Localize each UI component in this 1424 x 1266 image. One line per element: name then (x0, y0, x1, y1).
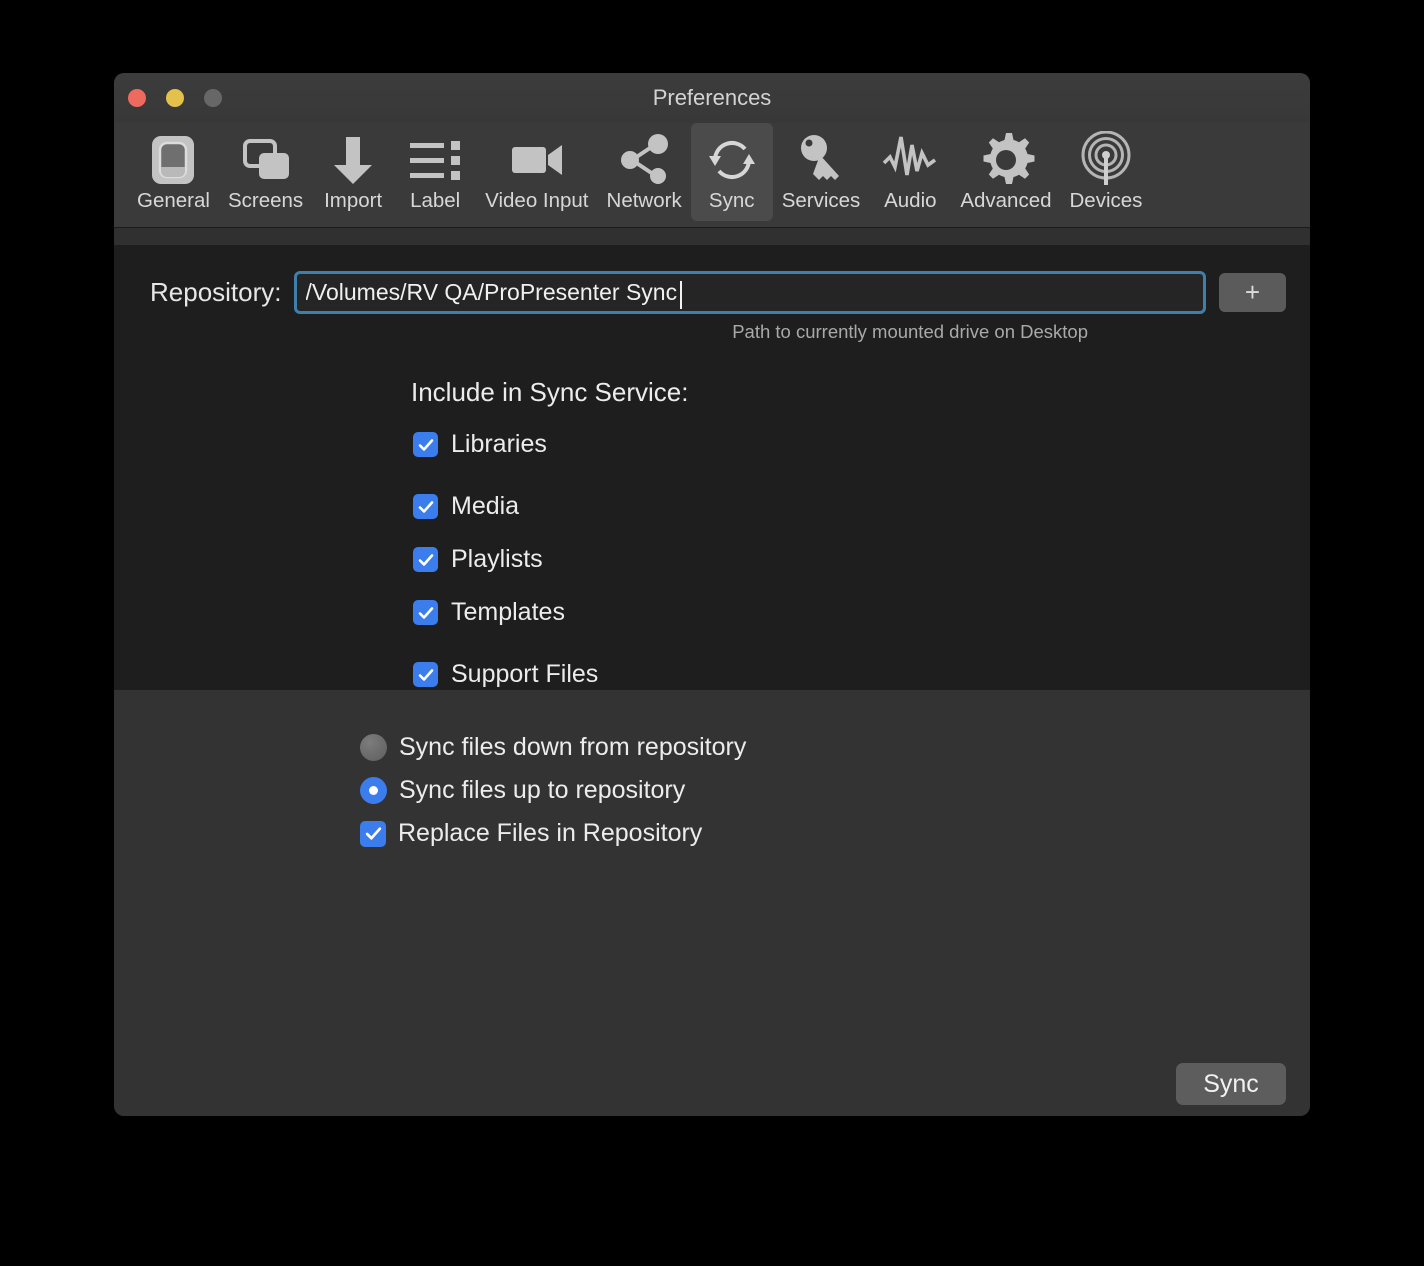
checkbox-libraries[interactable] (413, 432, 438, 458)
checkbox-label-media: Media (451, 492, 520, 521)
checkbox-row-media[interactable]: Media (413, 492, 1310, 522)
checkbox-row-replace-files[interactable]: Replace Files in Repository (360, 816, 1310, 852)
checkbox-row-playlists[interactable]: Playlists (413, 545, 1310, 575)
sync-settings-panel: Repository: + Path to currently mounted … (114, 244, 1310, 690)
checkbox-row-templates[interactable]: Templates (413, 598, 1310, 628)
checkbox-label-replace-files: Replace Files in Repository (398, 819, 703, 848)
preferences-toolbar: General Screens Import Label Video Input… (114, 123, 1310, 228)
window-controls (128, 89, 222, 107)
repository-row: Repository: + (114, 270, 1310, 314)
checkbox-replace-files[interactable] (360, 820, 386, 847)
repository-field-container[interactable] (293, 270, 1206, 314)
tab-devices-label: Devices (1069, 189, 1143, 212)
tab-general-label: General (137, 189, 210, 212)
screens-icon (234, 129, 298, 191)
checkbox-label-support-files: Support Files (451, 660, 599, 689)
checkbox-row-libraries[interactable]: Libraries (413, 430, 1310, 460)
checkbox-row-support-files[interactable]: Support Files (413, 660, 1310, 690)
tab-video-input-label: Video Input (485, 189, 589, 212)
radio-label-sync-down: Sync files down from repository (399, 733, 747, 762)
tab-import[interactable]: Import (312, 123, 394, 221)
include-options-list: Libraries Media Playlists Templates Supp… (413, 430, 1310, 690)
tab-advanced-label: Advanced (960, 189, 1052, 212)
include-section-title: Include in Sync Service: (411, 376, 689, 407)
sync-direction-options: Sync files down from repository Sync fil… (360, 730, 1310, 852)
tab-sync[interactable]: Sync (690, 123, 773, 221)
radio-label-sync-up: Sync files up to repository (399, 776, 686, 805)
radio-sync-up[interactable] (360, 777, 387, 805)
sync-button[interactable]: Sync (1176, 1063, 1286, 1105)
services-key-icon (789, 129, 853, 191)
tab-general[interactable]: General (128, 123, 219, 221)
sync-direction-panel: Sync files down from repository Sync fil… (114, 689, 1310, 1116)
tab-sync-label: Sync (708, 189, 755, 212)
add-repository-button[interactable]: + (1219, 272, 1286, 312)
tab-video-input[interactable]: Video Input (476, 123, 597, 221)
tab-audio-label: Audio (884, 189, 937, 212)
checkbox-playlists[interactable] (413, 547, 438, 573)
checkbox-support-files[interactable] (413, 662, 438, 688)
tab-audio[interactable]: Audio (869, 123, 951, 221)
repository-label: Repository: (150, 276, 282, 307)
radio-row-sync-down[interactable]: Sync files down from repository (360, 730, 1310, 766)
network-share-icon (612, 129, 676, 191)
tab-devices[interactable]: Devices (1061, 123, 1152, 221)
general-switch-icon (141, 129, 205, 191)
preferences-window: Preferences General Screens Import Label… (114, 73, 1310, 1116)
video-camera-icon (505, 129, 569, 191)
close-button-icon[interactable] (128, 89, 146, 107)
checkbox-label-templates: Templates (451, 598, 565, 627)
repository-input[interactable] (305, 278, 1194, 306)
checkbox-label-playlists: Playlists (451, 545, 543, 574)
tab-advanced[interactable]: Advanced (951, 123, 1060, 221)
tab-screens-label: Screens (227, 189, 304, 212)
screen: Preferences General Screens Import Label… (0, 0, 1424, 1266)
label-list-icon (403, 129, 467, 191)
sync-circular-arrows-icon (700, 129, 764, 191)
tab-label-label: Label (410, 189, 461, 212)
preferences-body: Repository: + Path to currently mounted … (114, 228, 1310, 1116)
radio-sync-down[interactable] (360, 734, 387, 762)
tab-services[interactable]: Services (773, 123, 870, 221)
tab-network[interactable]: Network (598, 123, 691, 221)
checkbox-templates[interactable] (413, 600, 438, 626)
title-bar: Preferences (114, 73, 1310, 123)
minimize-button-icon[interactable] (166, 89, 184, 107)
advanced-gear-icon (974, 129, 1038, 191)
checkbox-media[interactable] (413, 494, 438, 520)
tab-network-label: Network (606, 189, 682, 212)
text-caret (679, 280, 682, 309)
tab-services-label: Services (781, 189, 861, 212)
toolbar-under-strip (114, 228, 1310, 245)
import-down-arrow-icon (321, 129, 385, 191)
devices-antenna-icon (1074, 129, 1138, 191)
audio-waveform-icon (878, 129, 942, 191)
checkbox-label-libraries: Libraries (451, 430, 547, 459)
radio-dot (369, 786, 378, 796)
window-title: Preferences (652, 85, 772, 110)
radio-row-sync-up[interactable]: Sync files up to repository (360, 773, 1310, 809)
tab-screens[interactable]: Screens (219, 123, 312, 221)
zoom-button-icon (204, 89, 222, 107)
tab-import-label: Import (324, 189, 383, 212)
tab-label[interactable]: Label (394, 123, 476, 221)
repository-hint: Path to currently mounted drive on Deskt… (732, 320, 1088, 342)
